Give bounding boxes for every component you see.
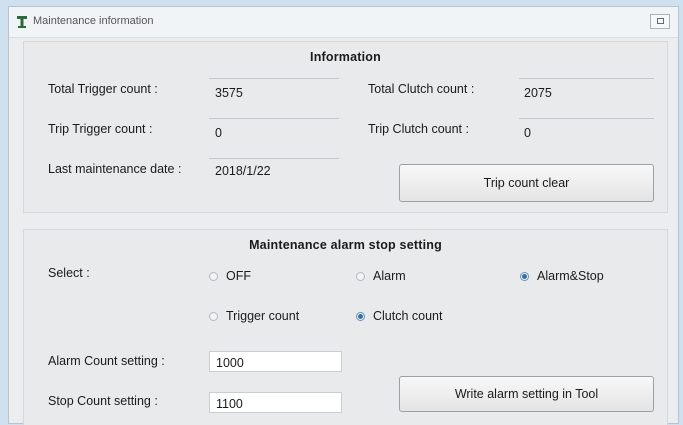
total-clutch-value: 2075 [524,86,552,100]
trip-clutch-value: 0 [524,126,531,140]
alarm-setting-title: Maintenance alarm stop setting [249,238,442,252]
maintenance-window: Maintenance information Information Tota… [8,6,679,425]
tool-icon [17,16,27,28]
radio-trigger-count-indicator [209,311,218,321]
radio-alarm[interactable]: Alarm [356,269,406,283]
radio-alarm-stop[interactable]: Alarm&Stop [520,269,604,283]
radio-clutch-count-indicator [356,311,365,321]
alarm-count-input[interactable] [209,351,342,372]
write-alarm-setting-button[interactable]: Write alarm setting in Tool [399,376,654,412]
stop-count-label: Stop Count setting : [48,394,158,408]
radio-off-label: OFF [226,269,251,283]
window-title: Maintenance information [33,15,154,27]
radio-off[interactable]: OFF [209,269,251,283]
alarm-setting-panel: Maintenance alarm stop setting Select : … [23,229,668,425]
total-trigger-label: Total Trigger count : [48,82,158,96]
title-bar: Maintenance information [9,7,678,38]
trip-count-clear-button[interactable]: Trip count clear [399,164,654,202]
radio-trigger-count-label: Trigger count [226,309,300,323]
radio-alarm-indicator [356,271,365,281]
trip-clutch-label: Trip Clutch count : [368,122,469,136]
total-clutch-label: Total Clutch count : [368,82,475,96]
last-maintenance-value: 2018/1/22 [215,164,271,178]
radio-clutch-count[interactable]: Clutch count [356,309,442,323]
radio-alarm-stop-indicator [520,271,529,281]
radio-clutch-count-label: Clutch count [373,309,443,323]
total-trigger-value: 3575 [215,86,243,100]
information-title: Information [310,50,381,64]
maximize-icon [657,18,664,24]
radio-alarm-stop-label: Alarm&Stop [537,269,604,283]
radio-alarm-label: Alarm [373,269,406,283]
maximize-button[interactable] [650,14,670,29]
trip-trigger-value: 0 [215,126,222,140]
alarm-count-label: Alarm Count setting : [48,354,165,368]
last-maintenance-label: Last maintenance date : [48,162,182,176]
information-panel: Information Total Trigger count : 3575 T… [23,41,668,213]
radio-trigger-count[interactable]: Trigger count [209,309,299,323]
radio-off-indicator [209,271,218,281]
select-label: Select : [48,266,90,280]
stop-count-input[interactable] [209,392,342,413]
trip-trigger-label: Trip Trigger count : [48,122,153,136]
